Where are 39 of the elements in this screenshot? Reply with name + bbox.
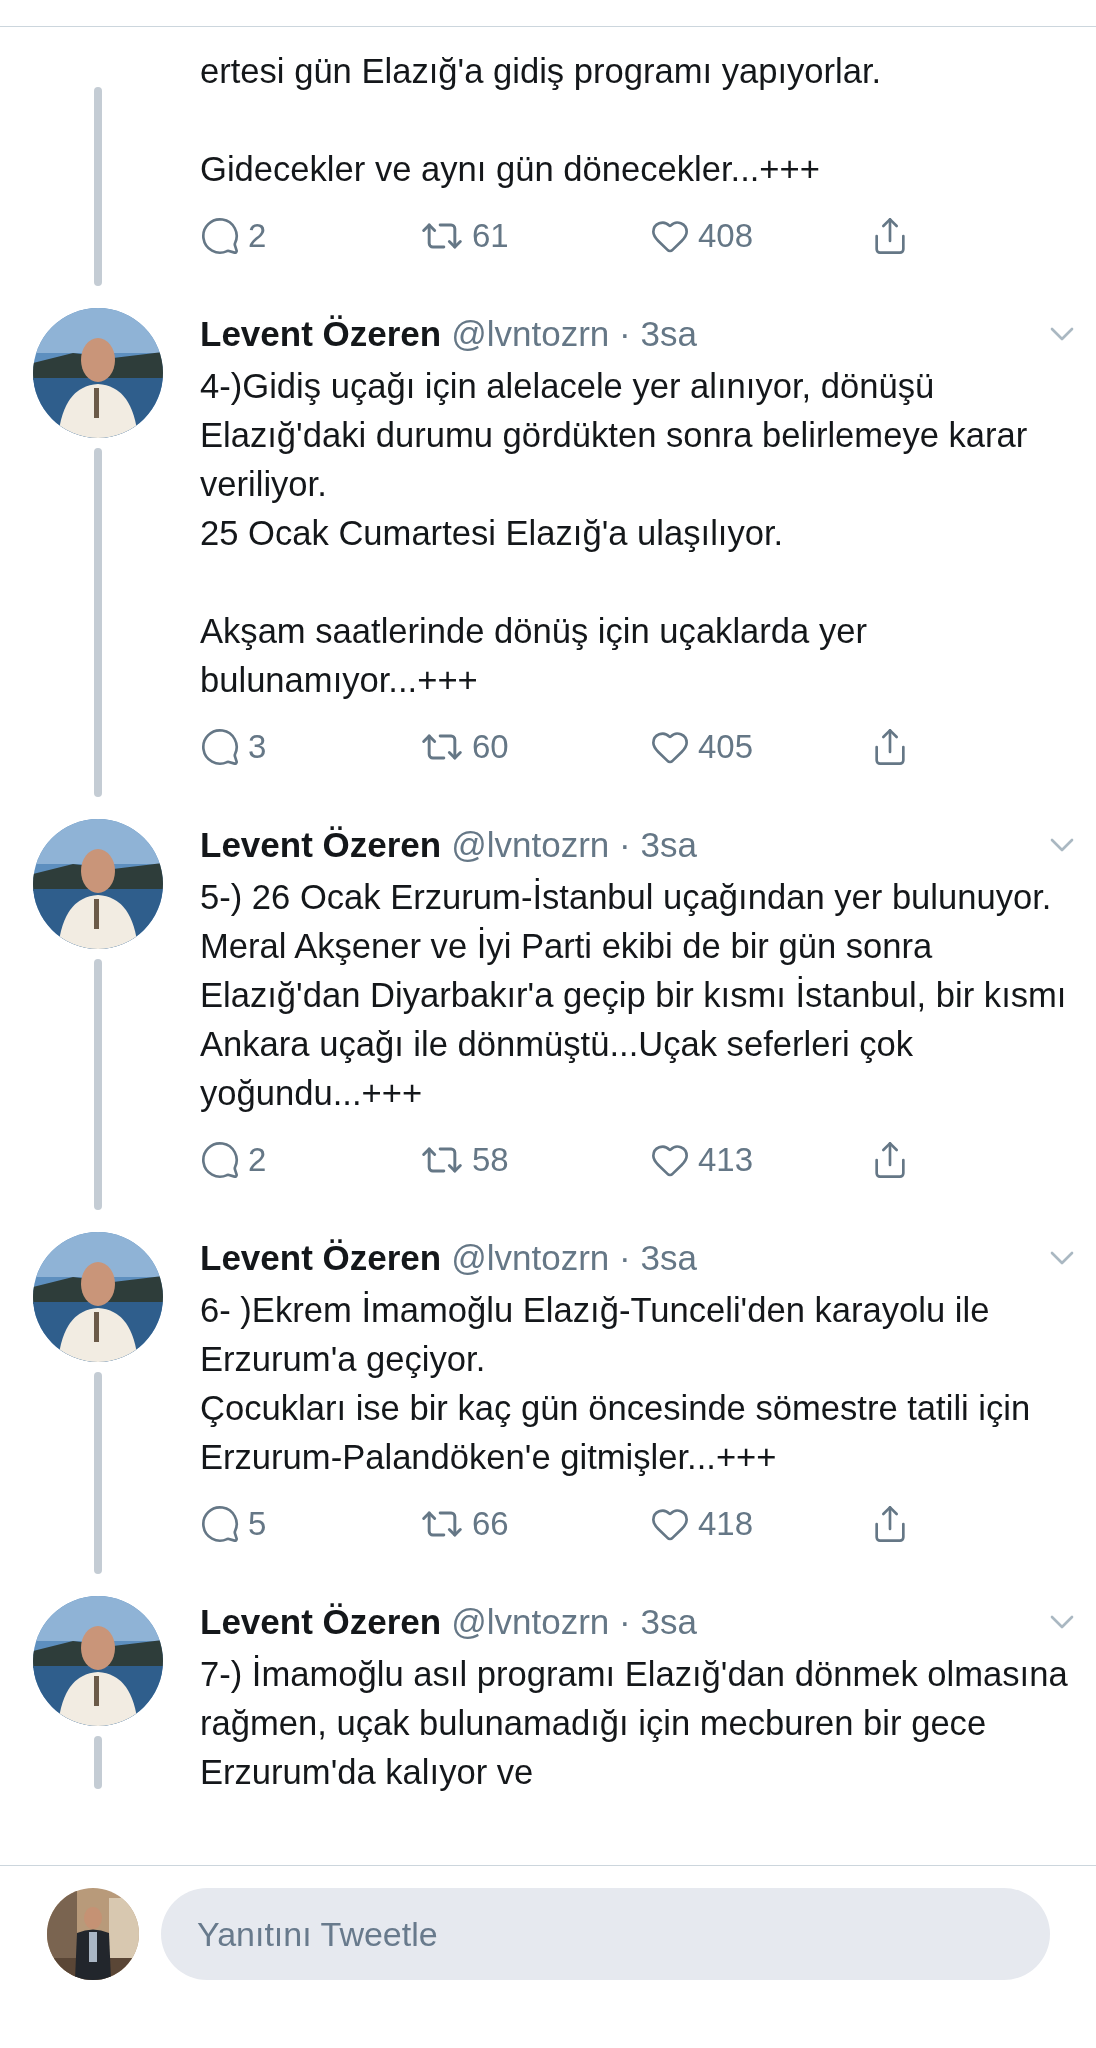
author-name[interactable]: Levent Özeren [200, 1232, 442, 1284]
like-button[interactable]: 408 [650, 216, 870, 256]
separator-dot: · [618, 1237, 632, 1279]
retweet-button[interactable]: 66 [420, 1502, 650, 1546]
tweet-time: 3sa [640, 1601, 697, 1643]
author-handle[interactable]: @lvntozrn [451, 1596, 610, 1648]
speech-bubble-icon [200, 727, 240, 767]
reply-button[interactable]: 3 [200, 727, 420, 767]
tweet-time: 3sa [640, 1237, 697, 1279]
author-name[interactable]: Levent Özeren [200, 308, 442, 360]
separator-dot: · [618, 1601, 632, 1643]
speech-bubble-icon [200, 216, 240, 256]
reply-button[interactable]: 2 [200, 216, 420, 256]
retweet-button[interactable]: 58 [420, 1138, 650, 1182]
separator-dot: · [618, 824, 632, 866]
tweet-time: 3sa [640, 824, 697, 866]
like-button[interactable]: 413 [650, 1140, 870, 1180]
speech-bubble-icon [200, 1504, 240, 1544]
reply-button[interactable]: 5 [200, 1504, 420, 1544]
author-name[interactable]: Levent Özeren [200, 1596, 442, 1648]
thread-line [94, 1736, 102, 1789]
like-button[interactable]: 418 [650, 1504, 870, 1544]
tweet-text: 5-) 26 Ocak Erzurum-İstanbul uçağından yer bulunuyor. Meral Akşener ve İyi Parti ekibi de bir gün sonra Elazığ'dan Diyarbakır'a geçip bir kısmı İstanbul, bir kısmı Ankara uçağı ile dönmüştü...Uçak seferleri çok yoğundu...+++ [200, 877, 1068, 1114]
separator-dot: · [618, 313, 632, 355]
author-name[interactable]: Levent Özeren [200, 819, 442, 871]
tweet-text: 7-) İmamoğlu asıl programı Elazığ'dan dönmek olmasına rağmen, uçak bulunamadığı için mecburen bir gece Erzurum'da kalıyor ve [200, 1654, 1069, 1793]
tweet-text: 6- )Ekrem İmamoğlu Elazığ-Tunceli'den karayolu ile Erzurum'a geçiyor. Çocukları ise bir kaç gün öncesinde sömestre tatili için Erzurum-Palandöken'e gitmişler...+++ [200, 1290, 1032, 1478]
author-handle[interactable]: @lvntozrn [451, 1232, 610, 1284]
retweet-button[interactable]: 61 [420, 214, 650, 258]
speech-bubble-icon [200, 1140, 240, 1180]
like-button[interactable]: 405 [650, 727, 870, 767]
reply-button[interactable]: 2 [200, 1140, 420, 1180]
reply-field[interactable]: Yanıtını Tweetle [161, 1888, 1050, 1980]
tweet-text: ertesi gün Elazığ'a gidiş programı yapıyorlar. Gidecekler ve aynı gün dönecekler...+++ [200, 51, 883, 190]
author-handle[interactable]: @lvntozrn [451, 819, 610, 871]
tweet-text: 4-)Gidiş uçağı için alelacele yer alınıyor, dönüşü Elazığ'daki durumu gördükten sonra belirlemeye karar veriliyor. 25 Ocak Cumartesi Elazığ'a ulaşılıyor. Akşam saatlerinde dönüş için uçaklarda yer bulunamıyor...+++ [200, 366, 1029, 701]
author-handle[interactable]: @lvntozrn [451, 308, 610, 360]
tweet-time: 3sa [640, 313, 697, 355]
retweet-button[interactable]: 60 [420, 725, 650, 769]
